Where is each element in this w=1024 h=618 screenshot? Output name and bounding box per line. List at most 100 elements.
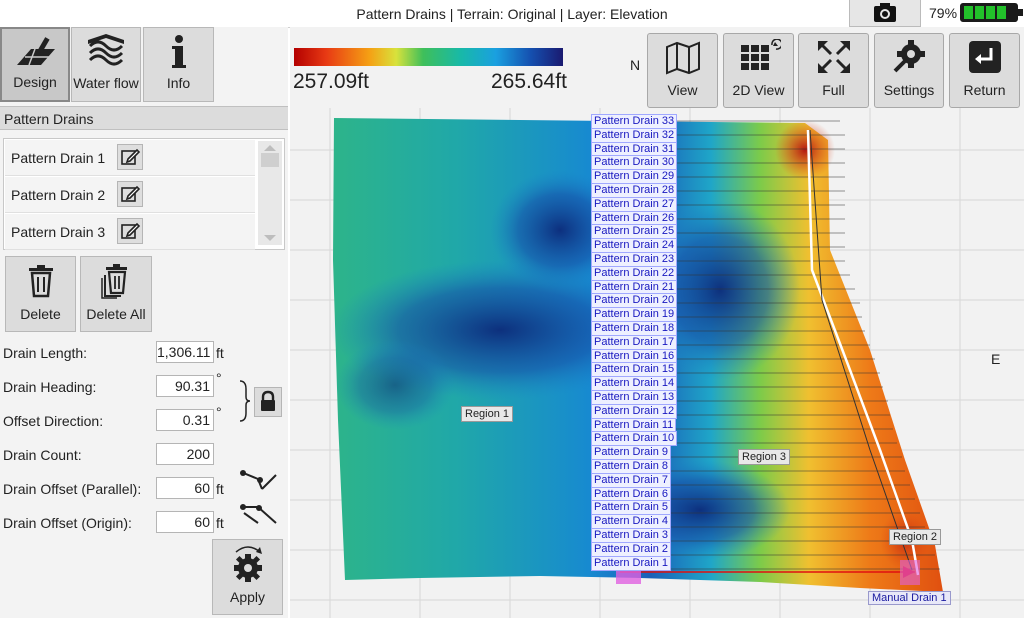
list-item[interactable]: Pattern Drain 2 (5, 177, 255, 213)
full-button[interactable]: Full (798, 33, 869, 108)
drain-label[interactable]: Pattern Drain 18 (591, 321, 678, 336)
list-item[interactable]: Pattern Drain 1 (5, 140, 255, 176)
battery-percentage: 79% (929, 5, 958, 21)
settings-label: Settings (883, 82, 935, 98)
offset-direction-field[interactable]: 0.31 (156, 409, 214, 431)
region-label[interactable]: Region 2 (889, 529, 942, 545)
return-button[interactable]: Return (949, 33, 1020, 108)
fullscreen-icon (817, 41, 850, 73)
drain-label[interactable]: Pattern Drain 13 (591, 390, 678, 405)
drain-count-label: Drain Count: (3, 447, 82, 463)
edit-button[interactable] (117, 144, 143, 170)
drain-label[interactable]: Pattern Drain 30 (591, 155, 678, 171)
apply-button[interactable]: Apply (212, 539, 283, 615)
offset-direction-label: Offset Direction: (3, 413, 104, 429)
drain-label[interactable]: Pattern Drain 31 (591, 141, 678, 157)
2d-view-button[interactable]: 2D View (723, 33, 794, 108)
drain-offset-parallel-field[interactable]: 60 (156, 477, 214, 499)
drain-label[interactable]: Pattern Drain 14 (591, 376, 678, 392)
drain-label[interactable]: Pattern Drain 10 (591, 431, 678, 447)
drain-count-field[interactable]: 200 (156, 443, 214, 465)
offset-direction-unit: ° (216, 404, 222, 420)
drain-length-unit: ft (216, 345, 224, 361)
drain-label[interactable]: Pattern Drain 28 (591, 183, 678, 198)
tab-water-flow[interactable]: Water flow (71, 27, 141, 102)
water-flow-icon (88, 34, 124, 66)
list-scrollbar[interactable] (258, 141, 282, 245)
drain-length-field[interactable]: 1,306.11 (156, 341, 214, 363)
region-label[interactable]: Region 1 (461, 406, 514, 422)
parallel-offset-icon (240, 470, 277, 490)
lock-button[interactable] (254, 387, 282, 417)
screenshot-button[interactable] (849, 0, 921, 27)
drain-label[interactable]: Pattern Drain 11 (591, 417, 677, 433)
drain-label[interactable]: Pattern Drain 7 (591, 472, 671, 488)
tab-design-label: Design (13, 74, 57, 90)
drain-label[interactable]: Pattern Drain 12 (591, 403, 678, 419)
scroll-thumb[interactable] (261, 153, 279, 167)
drain-label[interactable]: Pattern Drain 5 (591, 500, 671, 516)
delete-button[interactable]: Delete (5, 256, 76, 332)
apply-label: Apply (229, 589, 266, 605)
drain-label[interactable]: Pattern Drain 27 (591, 196, 678, 212)
edit-button[interactable] (117, 181, 143, 207)
tab-info[interactable]: Info (143, 27, 214, 102)
drain-label[interactable]: Pattern Drain 21 (591, 279, 678, 295)
tab-design[interactable]: Design (0, 27, 70, 102)
drain-heading-unit: ° (216, 370, 222, 386)
list-item-label: Pattern Drain 2 (11, 187, 106, 203)
drain-heading-field[interactable]: 90.31 (156, 375, 214, 397)
drain-label[interactable]: Pattern Drain 29 (591, 169, 678, 185)
drain-label[interactable]: Pattern Drain 23 (591, 252, 678, 267)
drain-label[interactable]: Pattern Drain 15 (591, 362, 678, 378)
scroll-down-icon[interactable] (264, 235, 276, 241)
drain-offset-origin-unit: ft (216, 515, 224, 531)
drain-offset-parallel-unit: ft (216, 481, 224, 497)
region-label[interactable]: Region 3 (738, 449, 791, 465)
drain-label[interactable]: Pattern Drain 2 (591, 541, 671, 557)
drain-label[interactable]: Pattern Drain 20 (591, 293, 678, 309)
drain-label[interactable]: Pattern Drain 25 (591, 224, 678, 240)
drain-heading-label: Drain Heading: (3, 379, 97, 395)
link-brace-icon (239, 380, 251, 422)
scroll-up-icon[interactable] (264, 145, 276, 151)
delete-label: Delete (20, 306, 61, 322)
drain-label[interactable]: Pattern Drain 4 (591, 514, 671, 530)
delete-all-label: Delete All (86, 306, 146, 322)
battery-icon (960, 3, 1023, 22)
drain-label[interactable]: Pattern Drain 19 (591, 307, 678, 323)
drain-label[interactable]: Pattern Drain 9 (591, 445, 671, 461)
settings-apply-icon (234, 546, 262, 582)
delete-all-button[interactable]: Delete All (80, 256, 152, 332)
drain-label[interactable]: Pattern Drain 26 (591, 210, 678, 226)
design-icon (17, 37, 55, 66)
drain-offset-origin-field[interactable]: 60 (156, 511, 214, 533)
drain-label[interactable]: Pattern Drain 24 (591, 238, 678, 254)
drain-label[interactable]: Pattern Drain 1 (591, 555, 671, 571)
map-view-icon (665, 41, 700, 75)
drain-label[interactable]: Pattern Drain 3 (591, 528, 671, 543)
section-header: Pattern Drains (0, 106, 288, 130)
origin-offset-icon (240, 504, 277, 524)
settings-button[interactable]: Settings (874, 33, 944, 108)
title-bar: Pattern Drains | Terrain: Original | Lay… (0, 0, 1024, 28)
compass-north: N (630, 57, 641, 73)
return-icon (968, 41, 1001, 73)
drain-label[interactable]: Pattern Drain 33 (591, 114, 678, 129)
manual-drain-label[interactable]: Manual Drain 1 (868, 591, 951, 605)
drain-label[interactable]: Pattern Drain 22 (591, 265, 678, 281)
drain-label[interactable]: Pattern Drain 6 (591, 486, 671, 502)
lock-icon (261, 390, 275, 411)
edit-button[interactable] (117, 218, 143, 244)
drain-label[interactable]: Pattern Drain 17 (591, 334, 678, 350)
list-item[interactable]: Pattern Drain 3 (5, 214, 255, 250)
list-item-label: Pattern Drain 1 (11, 150, 106, 166)
drain-label[interactable]: Pattern Drain 16 (591, 348, 678, 364)
settings-icon (893, 40, 925, 73)
drain-label[interactable]: Pattern Drain 8 (591, 459, 671, 474)
drain-offset-origin-label: Drain Offset (Origin): (3, 515, 132, 531)
view-button[interactable]: View (647, 33, 718, 108)
drain-label[interactable]: Pattern Drain 32 (591, 127, 678, 143)
edit-icon (121, 185, 141, 202)
return-label: Return (963, 82, 1006, 98)
